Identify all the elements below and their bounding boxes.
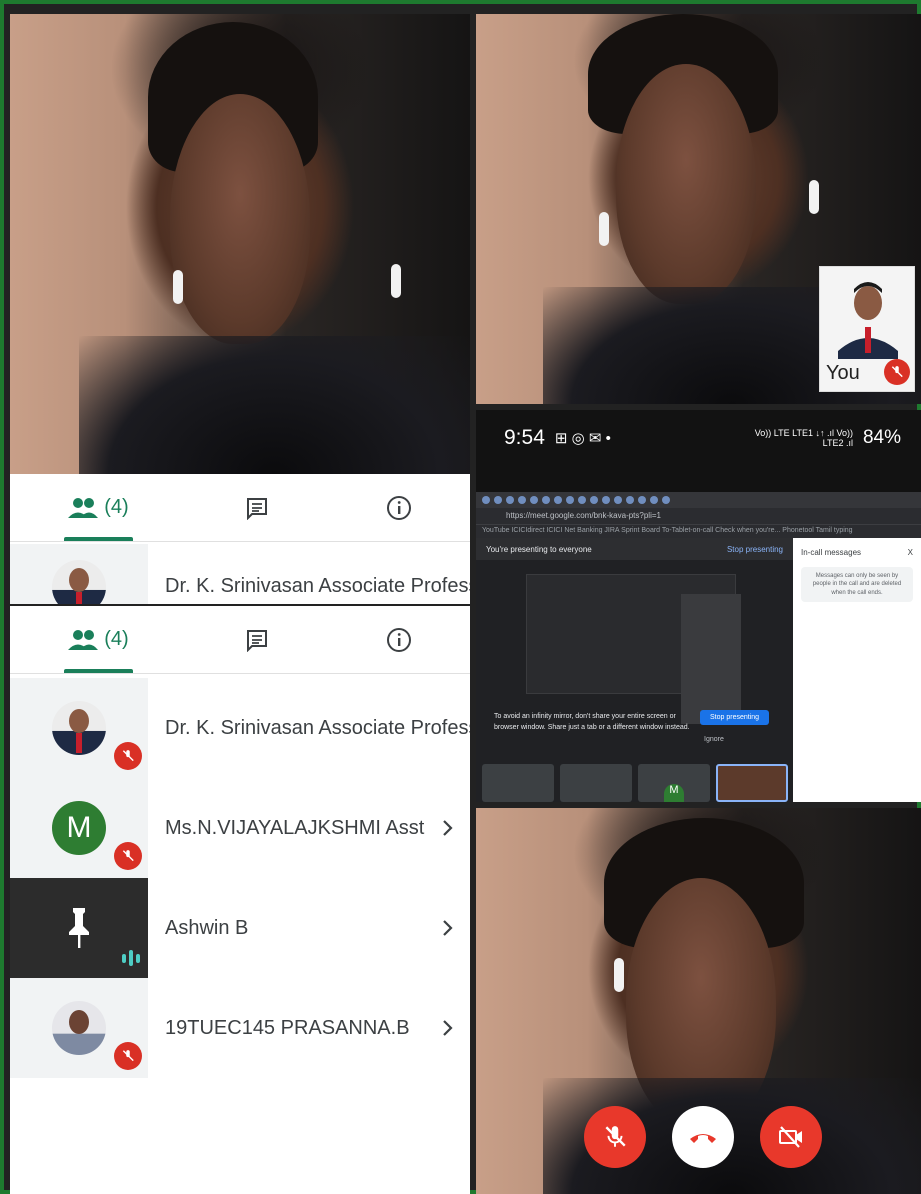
chat-icon [247, 629, 268, 652]
earbud [173, 270, 183, 304]
screen-share-screenshot: 9:54 ⊞ ◎ ✉ • Vo)) LTE LTE1 ↓↑ .ıl Vo)) L… [476, 410, 921, 802]
tab-people[interactable]: (4) [58, 474, 138, 541]
participant-thumbnail [482, 764, 554, 802]
participant-thumbnails: M [482, 764, 788, 802]
status-time: 9:54 [504, 426, 545, 449]
avatar-cell [10, 878, 148, 978]
ignore-link[interactable]: Ignore [704, 736, 724, 743]
people-count: (4) [104, 496, 129, 518]
stop-presenting-button[interactable]: Stop presenting [700, 710, 770, 725]
mic-off-icon [891, 366, 903, 378]
chat-title: In-call messages [801, 548, 862, 557]
people-icon [68, 497, 99, 518]
tab-info[interactable] [376, 474, 422, 541]
tab-info[interactable] [376, 606, 422, 673]
chat-note: Messages can only be seen by people in t… [801, 567, 913, 603]
camera-off-icon [779, 1126, 802, 1148]
avatar-cell: M [10, 778, 148, 878]
tab-chat[interactable] [235, 474, 279, 541]
browser-tabs [476, 492, 921, 508]
earbud [809, 180, 819, 214]
self-label: You [826, 362, 860, 384]
presenting-bar: You're presenting to everyone Stop prese… [476, 538, 793, 560]
participant-row[interactable]: Ashwin B [10, 878, 470, 978]
camera-toggle-button[interactable] [760, 1106, 822, 1168]
presenting-text: You're presenting to everyone [486, 544, 592, 554]
mic-off-icon [122, 750, 134, 762]
meet-presentation-area: You're presenting to everyone Stop prese… [476, 538, 793, 802]
avatar [52, 1001, 106, 1055]
hang-up-button[interactable] [672, 1106, 734, 1168]
letter-avatar: M [52, 801, 106, 855]
participant-video-top-right: You [476, 14, 921, 404]
phone-status-bar: 9:54 ⊞ ◎ ✉ • Vo)) LTE LTE1 ↓↑ .ıl Vo)) L… [476, 410, 921, 466]
participant-row[interactable]: Dr. K. Srinivasan Associate Professo... [10, 678, 470, 778]
participant-video-top-left [10, 14, 470, 474]
chevron-right-icon[interactable] [426, 919, 470, 937]
self-view-tile: You [819, 266, 915, 392]
panel-tabs: (4) [10, 606, 470, 674]
participant-name: Dr. K. Srinivasan Associate Professo... [165, 716, 470, 739]
mic-off-icon [122, 850, 134, 862]
panel-tabs: (4) [10, 474, 470, 542]
close-icon[interactable]: X [908, 548, 913, 557]
mute-badge [114, 1042, 142, 1070]
avatar-cell [10, 978, 148, 1078]
participants-panel-preview: (4) Dr. K. Srinivasan Associate Professo… [10, 474, 470, 604]
self-mute-badge [884, 359, 910, 385]
participant-name: Ms.N.VIJAYALAJKSHMI Asst P... [165, 816, 426, 839]
avatar [52, 560, 106, 604]
face [170, 94, 310, 344]
participant-video-bottom-right [476, 808, 921, 1194]
chat-header: In-call messages X [793, 538, 921, 567]
body [79, 336, 470, 474]
chevron-right-icon[interactable] [426, 1019, 470, 1037]
avatar [52, 701, 106, 755]
tab-people[interactable]: (4) [58, 606, 138, 673]
people-count: (4) [104, 628, 129, 650]
earbud [391, 264, 401, 298]
participant-name: Ashwin B [165, 916, 249, 939]
bookmarks-bar: YouTube ICICIdirect ICICI Net Banking JI… [476, 524, 921, 538]
participant-name: Dr. K. Srinivasan Associate Professo... [165, 574, 470, 597]
participant-row[interactable]: Dr. K. Srinivasan Associate Professo... [10, 544, 470, 604]
battery-percentage: 84% [862, 427, 901, 448]
info-icon [386, 627, 411, 652]
participant-row[interactable]: 19TUEC145 PRASANNA.B [10, 978, 470, 1078]
infinity-mirror-warning: To avoid an infinity mirror, don't share… [494, 713, 690, 731]
audio-level-icon [122, 950, 140, 966]
notification-icons: ⊞ ◎ ✉ • [554, 430, 611, 447]
avatar-cell [10, 678, 148, 778]
participant-name: 19TUEC145 PRASANNA.B [165, 1016, 410, 1039]
mute-badge [114, 842, 142, 870]
info-icon [386, 495, 411, 520]
chevron-right-icon[interactable] [426, 819, 470, 837]
participants-panel: (4) Dr. K. Srinivasan Associate Profes M… [10, 606, 470, 1194]
face [616, 64, 756, 304]
mic-off-icon [122, 1050, 134, 1062]
in-call-messages-panel: In-call messages X Messages can only be … [793, 538, 921, 802]
url-bar[interactable]: https://meet.google.com/bnk-kava-pts?pli… [476, 508, 921, 524]
participant-thumbnail [716, 764, 788, 802]
participant-thumbnail [560, 764, 632, 802]
mic-toggle-button[interactable] [584, 1106, 646, 1168]
tab-chat[interactable] [235, 606, 279, 673]
pin-icon [69, 908, 89, 948]
hang-up-icon [690, 1134, 716, 1143]
mic-off-icon [605, 1126, 626, 1147]
avatar-cell [10, 544, 148, 604]
chat-icon [247, 497, 268, 520]
collage-frame: You (4) Dr. K. Srinivasan Associate Prof… [0, 0, 921, 1194]
participant-row[interactable]: M Ms.N.VIJAYALAJKSHMI Asst P... [10, 778, 470, 878]
infinity-mirror-preview [681, 594, 741, 724]
browser-window: https://meet.google.com/bnk-kava-pts?pli… [476, 492, 921, 802]
participant-thumbnail: M [638, 764, 710, 802]
mute-badge [114, 742, 142, 770]
stop-presenting-link[interactable]: Stop presenting [727, 545, 783, 554]
thumb-letter-avatar: M [664, 784, 684, 802]
earbud [599, 212, 609, 246]
signal-icons: Vo)) LTE LTE1 ↓↑ .ıl Vo)) LTE2 .ıl [754, 428, 853, 448]
earbud [614, 958, 624, 992]
people-icon [68, 629, 99, 650]
